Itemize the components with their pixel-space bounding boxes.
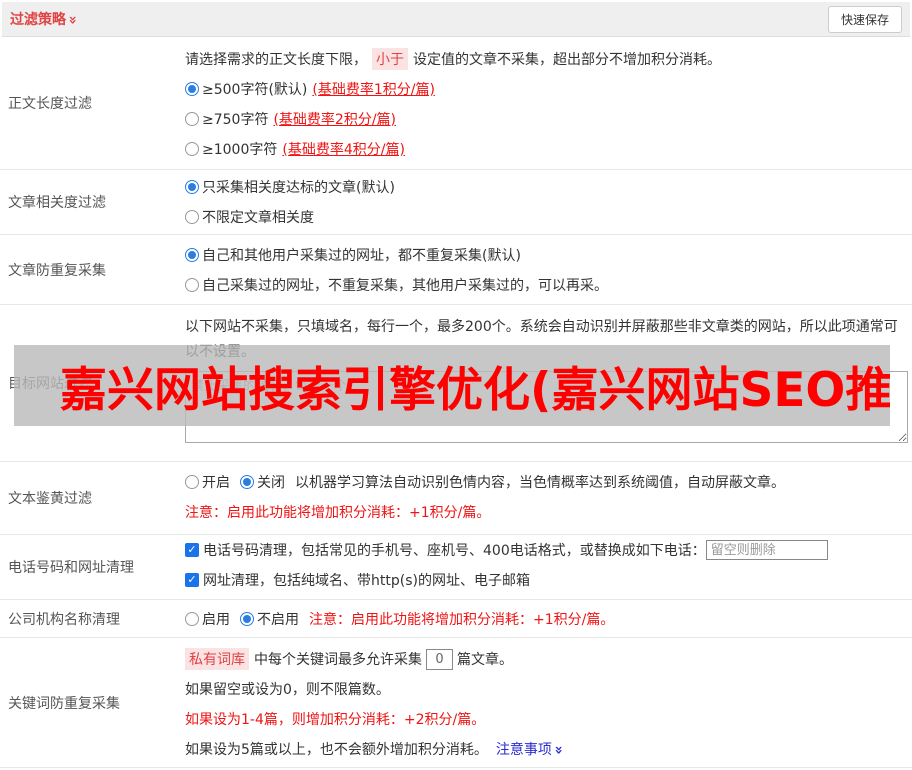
notice-label: 注意事项	[495, 742, 552, 758]
row-label: 正文长度过滤	[8, 96, 92, 112]
row-label: 文章相关度过滤	[8, 195, 106, 211]
option-label: 网址清理，包括纯域名、带http(s)的网址、电子邮箱	[203, 573, 530, 589]
option-note: (基础费率1积分/篇)	[312, 82, 435, 98]
company-option-off[interactable]: 不启用	[240, 609, 299, 629]
radio-icon[interactable]	[185, 142, 199, 156]
row-label: 文本鉴黄过滤	[8, 491, 92, 507]
radio-icon[interactable]	[240, 611, 254, 626]
row-keyword-dedup: 关键词防重复采集 私有词库 中每个关键词最多允许采集 篇文章。 如果留空或设为0…	[0, 638, 912, 768]
option-label: 自己和其他用户采集过的网址，都不重复采集(默认)	[202, 248, 521, 264]
length-option-750[interactable]: ≥750字符 (基础费率2积分/篇)	[185, 104, 908, 134]
radio-icon[interactable]	[185, 82, 199, 96]
notice-link[interactable]: 注意事项»	[495, 739, 567, 759]
porn-cost-note: 注意：启用此功能将增加积分消耗：+1积分/篇。	[185, 505, 491, 521]
row-label: 电话号码和网址清理	[8, 560, 134, 576]
row-body-length-filter: 正文长度过滤 请选择需求的正文长度下限， 小于 设定值的文章不采集，超出部分不增…	[0, 37, 912, 170]
radio-icon[interactable]	[185, 210, 199, 224]
row-company-name-cleanup: 公司机构名称清理 启用 不启用 注意：启用此功能将增加积分消耗：+1积分/篇。	[0, 600, 912, 638]
option-label: ≥750字符	[202, 112, 269, 128]
chevron-down-icon: »	[64, 15, 81, 25]
radio-icon[interactable]	[185, 475, 199, 489]
row-label: 关键词防重复采集	[8, 695, 120, 712]
option-label: 不启用	[257, 611, 299, 628]
row-phone-url-cleanup: 电话号码和网址清理 ✓ 电话号码清理，包括常见的手机号、座机号、400电话格式，…	[0, 535, 912, 600]
row-porn-filter: 文本鉴黄过滤 开启 关闭 以机器学习算法自动识别色情内容，当色情概率达到系统阈值…	[0, 462, 912, 535]
keyword-limit-input[interactable]	[426, 648, 453, 670]
private-thesaurus-link[interactable]: 私有词库	[185, 648, 249, 670]
keyword-note-cost: 如果设为1-4篇，则增加积分消耗：+2积分/篇。	[185, 712, 486, 728]
porn-option-on[interactable]: 开启	[185, 472, 230, 492]
blocked-domains-textarea[interactable]	[185, 371, 908, 443]
radio-icon[interactable]	[185, 278, 199, 292]
option-label: 开启	[202, 475, 230, 491]
option-label: 关闭	[257, 475, 285, 491]
option-note: (基础费率2积分/篇)	[273, 112, 397, 128]
option-note: (基础费率4积分/篇)	[282, 142, 405, 158]
option-label: ≥500字符(默认)	[202, 82, 308, 98]
length-intro: 请选择需求的正文长度下限， 小于 设定值的文章不采集，超出部分不增加积分消耗。	[185, 44, 908, 74]
radio-icon[interactable]	[185, 180, 199, 194]
option-label: 自己采集过的网址，不重复采集，其他用户采集过的，可以再采。	[202, 278, 608, 294]
replace-phone-input[interactable]	[705, 540, 828, 560]
radio-icon[interactable]	[185, 112, 199, 126]
checkbox-icon[interactable]: ✓	[185, 573, 199, 587]
radio-icon[interactable]	[185, 611, 199, 626]
length-option-1000[interactable]: ≥1000字符 (基础费率4积分/篇)	[185, 134, 908, 164]
option-label: ≥1000字符	[202, 142, 278, 158]
keyword-limit-text: 中每个关键词最多允许采集	[254, 652, 422, 668]
relevance-option-any[interactable]: 不限定文章相关度	[185, 202, 908, 232]
filter-strategy-toggle[interactable]: 过滤策略»	[10, 9, 81, 29]
keyword-note-zero: 如果留空或设为0，则不限篇数。	[185, 682, 390, 698]
quick-save-button[interactable]: 快速保存	[827, 5, 902, 33]
url-cleanup-option[interactable]: ✓ 网址清理，包括纯域名、带http(s)的网址、电子邮箱	[185, 565, 908, 595]
company-cost-note: 注意：启用此功能将增加积分消耗：+1积分/篇。	[309, 611, 615, 628]
keyword-limit-suffix: 篇文章。	[457, 652, 513, 668]
row-label: 目标网站过滤	[8, 376, 92, 392]
length-option-500[interactable]: ≥500字符(默认) (基础费率1积分/篇)	[185, 74, 908, 104]
option-label: 只采集相关度达标的文章(默认)	[202, 180, 395, 196]
section-title: 过滤策略	[10, 12, 66, 28]
option-label: 电话号码清理，包括常见的手机号、座机号、400电话格式，或替换成如下电话：	[203, 543, 706, 559]
radio-icon[interactable]	[185, 248, 199, 262]
row-relevance-filter: 文章相关度过滤 只采集相关度达标的文章(默认) 不限定文章相关度	[0, 170, 912, 235]
porn-desc: 以机器学习算法自动识别色情内容，当色情概率达到系统阈值，自动屏蔽文章。	[295, 475, 785, 491]
intro-text: 请选择需求的正文长度下限，	[185, 52, 367, 68]
row-label: 文章防重复采集	[8, 262, 106, 279]
chevron-down-icon: »	[550, 745, 567, 755]
dedup-option-all[interactable]: 自己和其他用户采集过的网址，都不重复采集(默认)	[185, 240, 908, 270]
target-filter-desc: 以下网站不采集，只填域名，每行一个，最多200个。系统会自动识别并屏蔽那些非文章…	[185, 319, 898, 360]
porn-option-off[interactable]: 关闭	[240, 472, 285, 492]
row-label: 公司机构名称清理	[8, 611, 120, 628]
filter-strategy-header: 过滤策略» 快速保存	[2, 2, 910, 37]
dedup-option-self[interactable]: 自己采集过的网址，不重复采集，其他用户采集过的，可以再采。	[185, 270, 908, 300]
relevance-option-strict[interactable]: 只采集相关度达标的文章(默认)	[185, 172, 908, 202]
keyword-note-five: 如果设为5篇或以上，也不会额外增加积分消耗。	[185, 742, 488, 758]
option-label: 不限定文章相关度	[202, 210, 314, 226]
row-dedup-filter: 文章防重复采集 自己和其他用户采集过的网址，都不重复采集(默认) 自己采集过的网…	[0, 235, 912, 305]
radio-icon[interactable]	[240, 475, 254, 489]
option-label: 启用	[202, 611, 230, 628]
phone-cleanup-option[interactable]: ✓ 电话号码清理，包括常见的手机号、座机号、400电话格式，或替换成如下电话：	[185, 535, 908, 565]
intro-highlight: 小于	[372, 48, 408, 70]
company-option-on[interactable]: 启用	[185, 609, 230, 629]
checkbox-icon[interactable]: ✓	[185, 543, 199, 557]
intro-text-2: 设定值的文章不采集，超出部分不增加积分消耗。	[413, 52, 721, 68]
row-target-site-filter: 目标网站过滤 以下网站不采集，只填域名，每行一个，最多200个。系统会自动识别并…	[0, 305, 912, 462]
